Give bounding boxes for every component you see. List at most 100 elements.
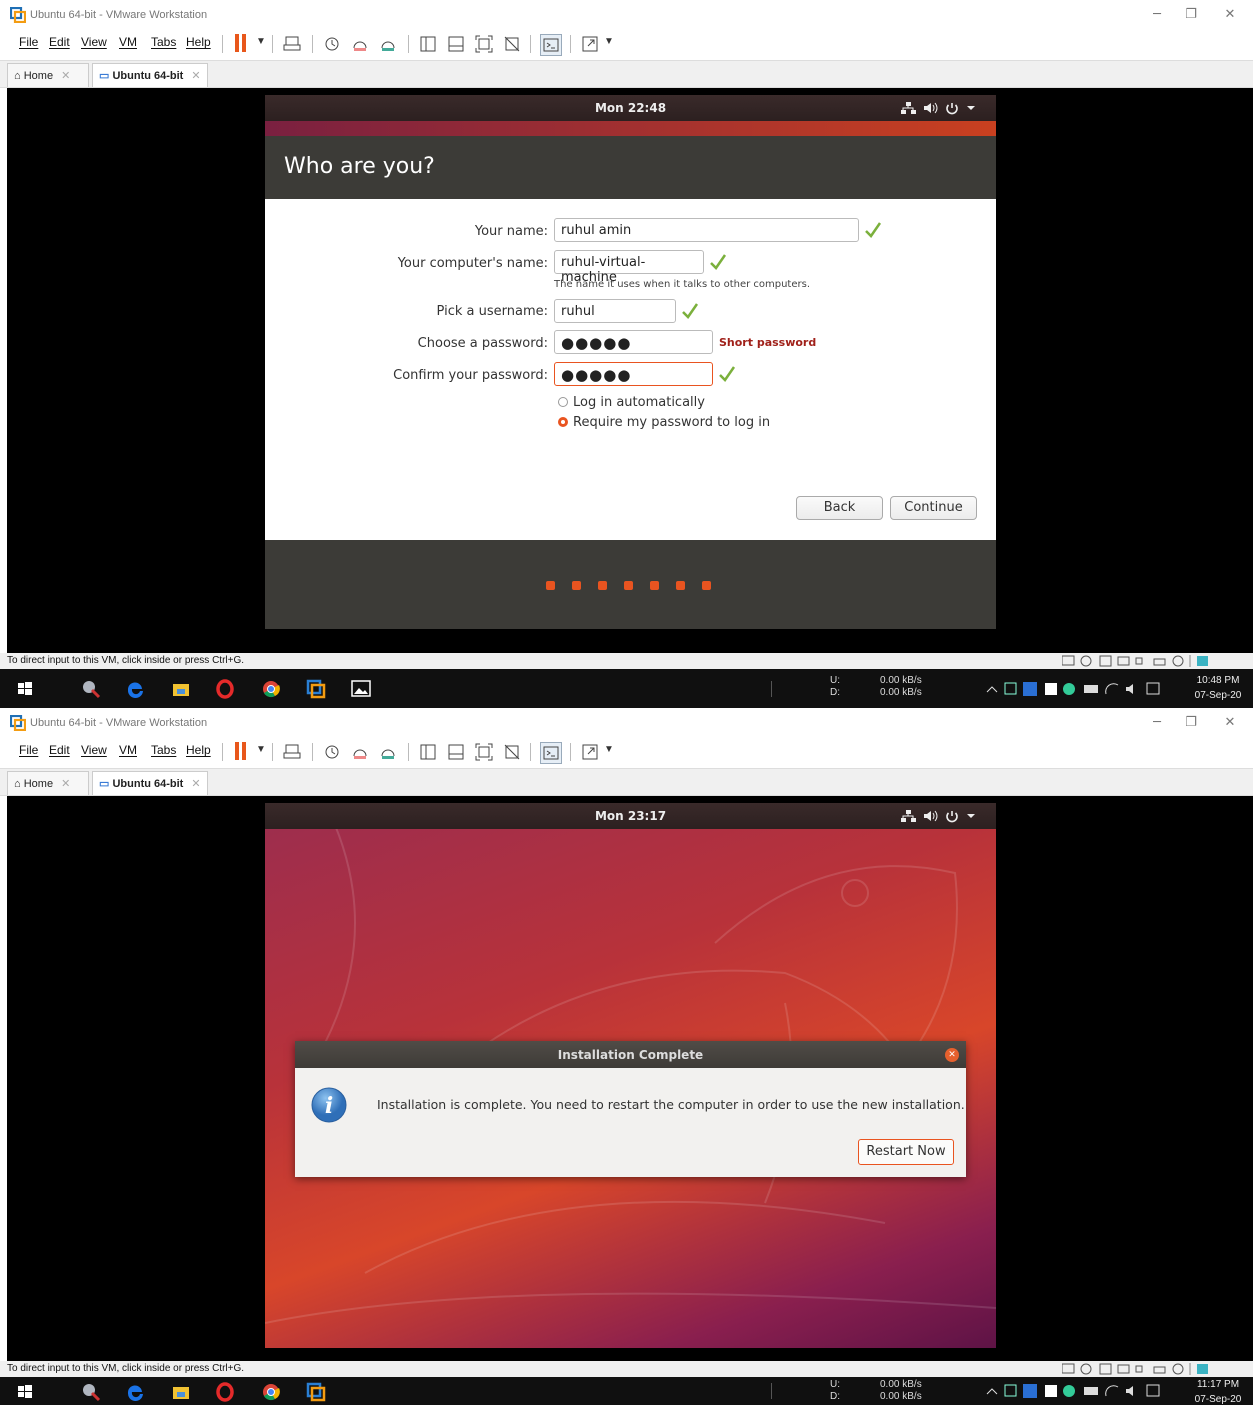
back-button[interactable]: Back: [796, 496, 883, 520]
menu-tabs[interactable]: Tabs: [151, 743, 176, 757]
file-explorer-icon[interactable]: [170, 1381, 192, 1403]
opera-browser-icon[interactable]: [214, 1381, 236, 1403]
windows-start-icon[interactable]: [14, 678, 36, 700]
close-tab-icon[interactable]: ✕: [61, 70, 70, 82]
menu-view[interactable]: View: [81, 35, 107, 49]
password-input[interactable]: ●●●●●: [554, 330, 713, 354]
require-password-radio[interactable]: Require my password to log in: [558, 415, 770, 430]
full-screen-icon[interactable]: [474, 34, 494, 54]
revert-snapshot-icon[interactable]: [350, 34, 370, 54]
minimize-button[interactable]: ─: [1142, 5, 1172, 25]
maximize-button[interactable]: ❐: [1176, 5, 1206, 25]
installer-header: Who are you?: [265, 136, 996, 199]
name-input[interactable]: ruhul amin: [554, 218, 859, 242]
tab-home[interactable]: ⌂ Home ✕: [7, 771, 89, 795]
device-status-icons[interactable]: [1062, 1362, 1242, 1376]
computer-name-input[interactable]: ruhul-virtual-machine: [554, 250, 704, 285]
net-rates: 0.00 kB/s 0.00 kB/s: [880, 675, 922, 699]
paint-app-icon[interactable]: [80, 678, 102, 700]
close-tab-icon[interactable]: ✕: [191, 70, 200, 82]
vmware-logo-icon: [10, 7, 26, 23]
close-tab-icon[interactable]: ✕: [61, 778, 70, 790]
power-dropdown-icon[interactable]: ▼: [256, 744, 266, 755]
continue-button[interactable]: Continue: [890, 496, 977, 520]
device-status-icons[interactable]: [1062, 654, 1242, 668]
stretch-guest-icon[interactable]: [580, 742, 600, 762]
tab-ubuntu-64-bit[interactable]: ▭ Ubuntu 64-bit ✕: [92, 771, 208, 795]
power-dropdown-icon[interactable]: ▼: [256, 36, 266, 47]
snapshot-manager-icon[interactable]: [378, 34, 398, 54]
vmware-taskbar-icon[interactable]: [305, 678, 327, 700]
stretch-dropdown-icon[interactable]: ▼: [604, 36, 614, 47]
thumbnail-bar-icon[interactable]: [446, 34, 466, 54]
system-tray[interactable]: [985, 1382, 1160, 1400]
toolbar-separator: [530, 35, 531, 53]
close-window-button[interactable]: ✕: [1215, 5, 1245, 25]
unity-mode-icon[interactable]: [502, 34, 522, 54]
guest-clock[interactable]: Mon 22:48: [265, 101, 996, 115]
guest-clock[interactable]: Mon 23:17: [265, 809, 996, 823]
menu-vm[interactable]: VM: [119, 743, 137, 757]
windows-start-icon[interactable]: [14, 1381, 36, 1403]
download-rate: 0.00 kB/s: [880, 687, 922, 698]
menu-tabs[interactable]: Tabs: [151, 35, 176, 49]
username-input[interactable]: ruhul: [554, 299, 676, 323]
minimize-button[interactable]: ─: [1142, 713, 1172, 733]
maximize-button[interactable]: ❐: [1176, 713, 1206, 733]
console-view-icon[interactable]: [540, 34, 562, 56]
system-clock[interactable]: 10:48 PM 07-Sep-20: [1188, 673, 1248, 703]
unity-mode-icon[interactable]: [502, 742, 522, 762]
snapshot-icon[interactable]: [322, 742, 342, 762]
tab-home[interactable]: ⌂ Home ✕: [7, 63, 89, 87]
stretch-dropdown-icon[interactable]: ▼: [604, 744, 614, 755]
upload-label: U:: [830, 1379, 840, 1390]
chrome-browser-icon[interactable]: [260, 678, 282, 700]
stretch-guest-icon[interactable]: [580, 34, 600, 54]
opera-browser-icon[interactable]: [214, 678, 236, 700]
thumbnail-bar-icon[interactable]: [446, 742, 466, 762]
menu-file[interactable]: File: [19, 35, 38, 49]
system-tray[interactable]: [985, 680, 1160, 698]
menu-help[interactable]: Help: [186, 743, 211, 757]
photos-app-icon[interactable]: [350, 678, 372, 700]
chrome-browser-icon[interactable]: [260, 1381, 282, 1403]
full-screen-icon[interactable]: [474, 742, 494, 762]
restart-now-button[interactable]: Restart Now: [858, 1139, 954, 1165]
send-ctrl-alt-del-icon[interactable]: [282, 34, 302, 54]
send-ctrl-alt-del-icon[interactable]: [282, 742, 302, 762]
menu-edit[interactable]: Edit: [49, 35, 70, 49]
system-menu[interactable]: [900, 99, 986, 117]
net-labels: U: D:: [830, 675, 840, 699]
system-menu[interactable]: [900, 807, 986, 825]
tab-ubuntu-64-bit[interactable]: ▭ Ubuntu 64-bit ✕: [92, 63, 208, 87]
close-tab-icon[interactable]: ✕: [191, 778, 200, 790]
menu-view[interactable]: View: [81, 743, 107, 757]
snapshot-manager-icon[interactable]: [378, 742, 398, 762]
revert-snapshot-icon[interactable]: [350, 742, 370, 762]
pause-icon[interactable]: [235, 34, 247, 52]
installer-footer: [265, 540, 996, 629]
console-view-icon[interactable]: [540, 742, 562, 764]
ubuntu-installer-screen[interactable]: Mon 22:48 Who are you? Your name: ruhul …: [265, 95, 996, 629]
menu-file[interactable]: File: [19, 743, 38, 757]
show-library-icon[interactable]: [418, 742, 438, 762]
menu-vm[interactable]: VM: [119, 35, 137, 49]
ubuntu-desktop-screen[interactable]: Mon 23:17 Installation Complete ✕ i Inst…: [265, 803, 996, 1348]
file-explorer-icon[interactable]: [170, 678, 192, 700]
close-icon[interactable]: ✕: [945, 1048, 959, 1062]
system-clock[interactable]: 11:17 PM 07-Sep-20: [1188, 1377, 1248, 1405]
paint-app-icon[interactable]: [80, 1381, 102, 1403]
confirm-password-input[interactable]: ●●●●●: [554, 362, 713, 386]
edge-browser-icon[interactable]: [124, 1381, 146, 1403]
close-window-button[interactable]: ✕: [1215, 713, 1245, 733]
edge-browser-icon[interactable]: [124, 678, 146, 700]
menu-help[interactable]: Help: [186, 35, 211, 49]
network-icon: [901, 810, 916, 822]
login-automatically-radio[interactable]: Log in automatically: [558, 395, 705, 410]
vmware-taskbar-icon[interactable]: [305, 1381, 327, 1403]
toolbar-separator: [222, 35, 223, 53]
snapshot-icon[interactable]: [322, 34, 342, 54]
show-library-icon[interactable]: [418, 34, 438, 54]
menu-edit[interactable]: Edit: [49, 743, 70, 757]
pause-icon[interactable]: [235, 742, 247, 760]
